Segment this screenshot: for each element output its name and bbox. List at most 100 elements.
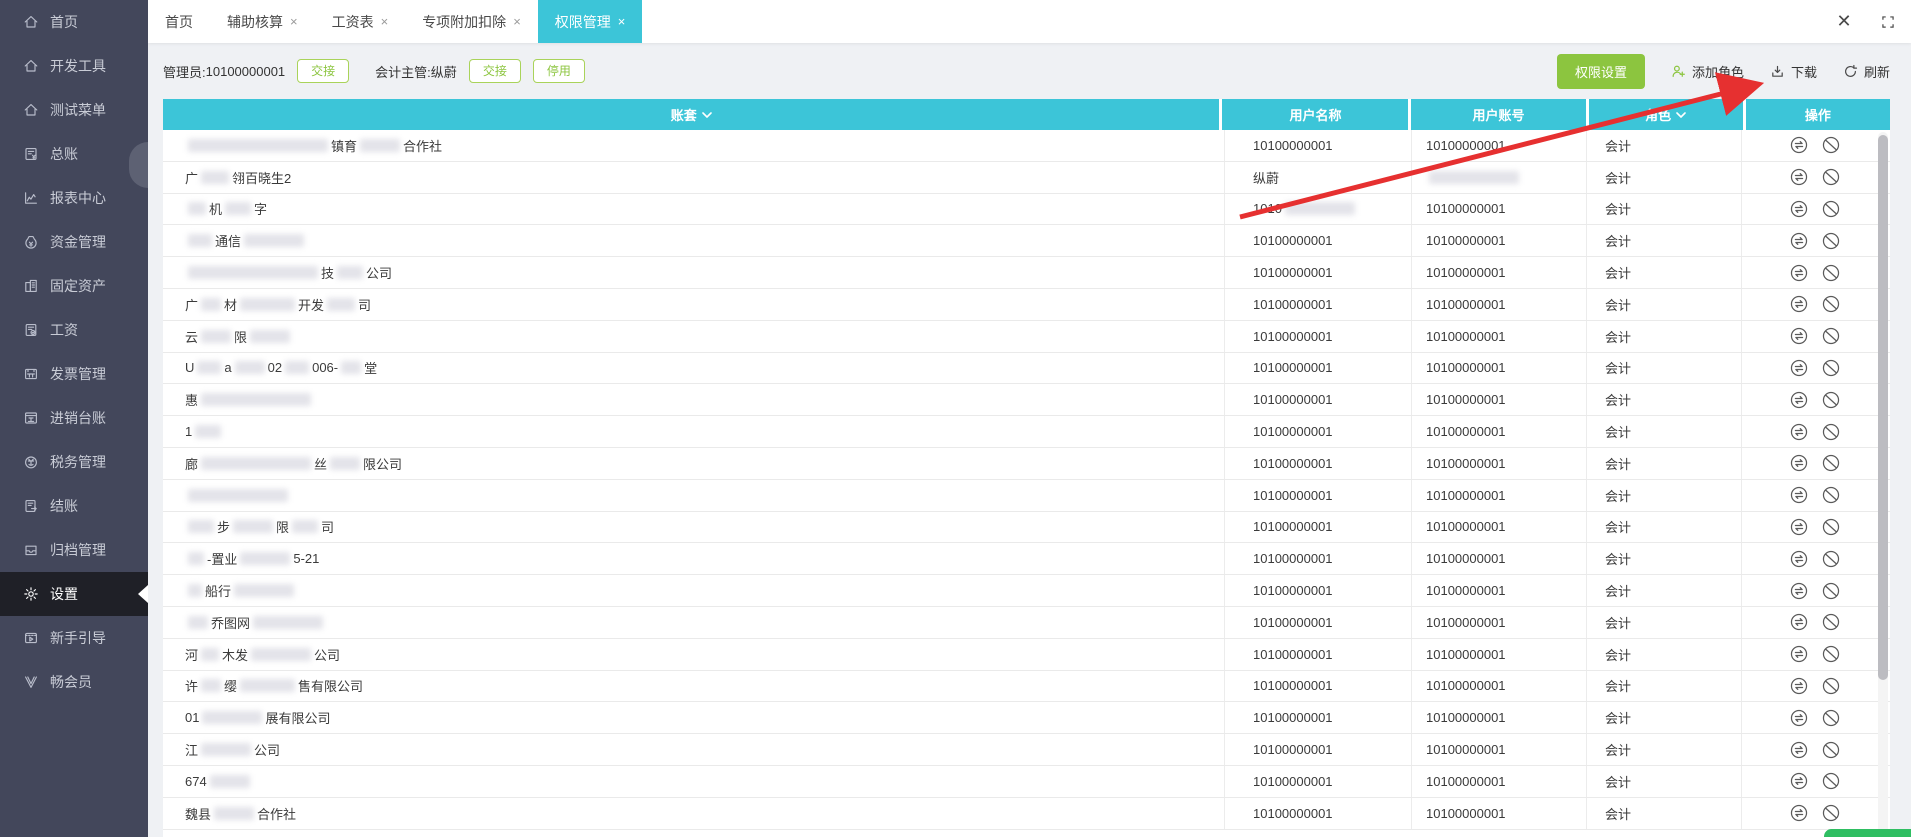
ban-icon[interactable]	[1822, 359, 1840, 377]
ban-icon[interactable]	[1822, 804, 1840, 822]
ban-icon[interactable]	[1822, 550, 1840, 568]
sidebar-item-发票管理[interactable]: 发票管理	[0, 352, 148, 396]
ban-icon[interactable]	[1822, 709, 1840, 727]
refresh-button[interactable]: 刷新	[1843, 62, 1890, 81]
transfer-icon[interactable]	[1790, 645, 1808, 663]
tab-工资表[interactable]: 工资表×	[315, 0, 406, 43]
ban-icon[interactable]	[1822, 518, 1840, 536]
transfer-icon[interactable]	[1790, 295, 1808, 313]
sidebar-item-开发工具[interactable]: 开发工具	[0, 44, 148, 88]
ban-icon[interactable]	[1822, 232, 1840, 250]
sidebar-item-总账[interactable]: 总账	[0, 132, 148, 176]
transfer-icon[interactable]	[1790, 359, 1808, 377]
ban-icon[interactable]	[1822, 582, 1840, 600]
ban-icon[interactable]	[1822, 327, 1840, 345]
tab-首页[interactable]: 首页	[148, 0, 210, 43]
transfer-icon[interactable]	[1790, 518, 1808, 536]
ledgerbox-icon	[22, 410, 39, 427]
ban-icon[interactable]	[1822, 264, 1840, 282]
add-role-button[interactable]: 添加角色	[1671, 62, 1744, 81]
transfer-icon[interactable]	[1790, 741, 1808, 759]
transfer-icon[interactable]	[1790, 232, 1808, 250]
column-header-角色[interactable]: 角色	[1589, 99, 1743, 130]
chevron-down-icon[interactable]	[702, 112, 712, 118]
transfer-icon[interactable]	[1790, 136, 1808, 154]
transfer-icon[interactable]	[1790, 550, 1808, 568]
transfer-icon[interactable]	[1790, 391, 1808, 409]
role-cell: 会计	[1587, 480, 1742, 511]
ban-icon[interactable]	[1822, 677, 1840, 695]
ban-icon[interactable]	[1822, 200, 1840, 218]
sidebar-item-归档管理[interactable]: 归档管理	[0, 528, 148, 572]
transfer-icon[interactable]	[1790, 200, 1808, 218]
chevron-down-icon[interactable]	[1676, 112, 1686, 118]
close-icon[interactable]: ✕	[1833, 11, 1855, 33]
ban-icon[interactable]	[1822, 741, 1840, 759]
cell-text: 会计	[1605, 772, 1631, 791]
cell-text: 10100000001	[1253, 329, 1333, 344]
cell-text: 会计	[1605, 295, 1631, 314]
sidebar-item-固定资产[interactable]: 固定资产	[0, 264, 148, 308]
tab-专项附加扣除[interactable]: 专项附加扣除×	[405, 0, 538, 43]
fullscreen-icon[interactable]	[1877, 11, 1899, 33]
sidebar-item-设置[interactable]: 设置	[0, 572, 148, 616]
scrollbar-thumb[interactable]	[1878, 135, 1888, 680]
table-row: 技公司1010000000110100000001会计	[163, 257, 1890, 289]
ban-icon[interactable]	[1822, 486, 1840, 504]
sidebar-item-进销台账[interactable]: 进销台账	[0, 396, 148, 440]
permission-settings-button[interactable]: 权限设置	[1557, 54, 1645, 89]
user-account-cell: 10100000001	[1412, 448, 1587, 479]
transfer-icon[interactable]	[1790, 613, 1808, 631]
transfer-icon[interactable]	[1790, 168, 1808, 186]
ban-icon[interactable]	[1822, 168, 1840, 186]
tab-close-icon[interactable]: ×	[513, 15, 521, 28]
transfer-icon[interactable]	[1790, 677, 1808, 695]
transfer-icon[interactable]	[1790, 327, 1808, 345]
transfer-icon[interactable]	[1790, 804, 1808, 822]
transfer-icon[interactable]	[1790, 423, 1808, 441]
tab-close-icon[interactable]: ×	[618, 15, 626, 28]
user-name-cell: 10100000001	[1225, 671, 1412, 702]
tab-权限管理[interactable]: 权限管理×	[538, 0, 643, 43]
ban-icon[interactable]	[1822, 772, 1840, 790]
transfer-icon[interactable]	[1790, 454, 1808, 472]
redacted-blur	[201, 298, 221, 311]
ban-icon[interactable]	[1822, 391, 1840, 409]
transfer-icon[interactable]	[1790, 582, 1808, 600]
transfer-icon[interactable]	[1790, 709, 1808, 727]
role-cell: 会计	[1587, 671, 1742, 702]
sidebar-item-畅会员[interactable]: 畅会员	[0, 660, 148, 704]
ban-icon[interactable]	[1822, 295, 1840, 313]
handover-button-2[interactable]: 交接	[469, 59, 521, 83]
transfer-icon[interactable]	[1790, 486, 1808, 504]
transfer-icon[interactable]	[1790, 772, 1808, 790]
sidebar-item-测试菜单[interactable]: 测试菜单	[0, 88, 148, 132]
ban-icon[interactable]	[1822, 454, 1840, 472]
tab-close-icon[interactable]: ×	[290, 15, 298, 28]
sidebar-item-新手引导[interactable]: 新手引导	[0, 616, 148, 660]
cell-text: 10100000001	[1426, 647, 1506, 662]
account-set-cell: 镇育合作社	[163, 130, 1225, 161]
disable-button[interactable]: 停用	[533, 59, 585, 83]
actions-cell	[1742, 512, 1887, 543]
cell-text: 674	[185, 774, 207, 789]
sidebar-item-报表中心[interactable]: 报表中心	[0, 176, 148, 220]
sidebar-item-首页[interactable]: 首页	[0, 0, 148, 44]
ban-icon[interactable]	[1822, 136, 1840, 154]
sidebar-item-结账[interactable]: 结账	[0, 484, 148, 528]
ban-icon[interactable]	[1822, 645, 1840, 663]
column-header-账套[interactable]: 账套	[163, 99, 1219, 130]
ban-icon[interactable]	[1822, 423, 1840, 441]
download-button[interactable]: 下载	[1770, 62, 1817, 81]
transfer-icon[interactable]	[1790, 264, 1808, 282]
ban-icon[interactable]	[1822, 613, 1840, 631]
sidebar-item-工资[interactable]: 工资	[0, 308, 148, 352]
handover-button[interactable]: 交接	[297, 59, 349, 83]
actions-cell	[1742, 289, 1887, 320]
table-row: 船行1010000000110100000001会计	[163, 575, 1890, 607]
sidebar-item-资金管理[interactable]: 资金管理	[0, 220, 148, 264]
cell-text: 江	[185, 740, 198, 759]
tab-辅助核算[interactable]: 辅助核算×	[210, 0, 315, 43]
tab-close-icon[interactable]: ×	[381, 15, 389, 28]
sidebar-item-税务管理[interactable]: 税务管理	[0, 440, 148, 484]
